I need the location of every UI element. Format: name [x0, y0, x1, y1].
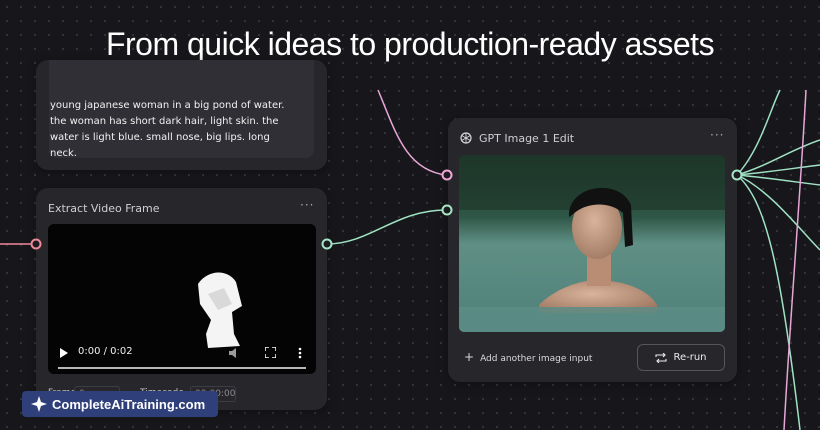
video-time: 0:00 / 0:02 — [78, 346, 133, 357]
wire-out-6 — [736, 174, 820, 251]
video-player[interactable]: 0:00 / 0:02 — [48, 224, 316, 374]
sparkle-logo-icon — [31, 396, 47, 412]
repeat-icon — [655, 352, 668, 363]
openai-icon — [460, 132, 472, 144]
plus-icon: + — [464, 350, 475, 364]
video-controls: 0:00 / 0:02 — [48, 334, 316, 374]
input-port-red[interactable] — [30, 238, 42, 250]
input-port-image[interactable] — [441, 204, 453, 216]
wire-out-5 — [736, 174, 801, 430]
output-port-frame[interactable] — [321, 238, 333, 250]
more-horizontal-icon[interactable]: ··· — [710, 128, 724, 142]
gpt-image-edit-node[interactable]: GPT Image 1 Edit ··· + Add another image… — [448, 118, 737, 382]
woman-in-pond-image — [459, 155, 725, 332]
generated-image — [459, 155, 725, 332]
fullscreen-icon[interactable] — [265, 347, 276, 358]
output-port-image[interactable] — [731, 169, 743, 181]
wire-frame-to-gpt — [326, 209, 447, 245]
add-input-label: Add another image input — [480, 354, 593, 364]
wire-pink-right — [783, 89, 807, 430]
watermark-text: CompleteAiTraining.com — [52, 396, 206, 412]
play-icon[interactable] — [60, 348, 68, 358]
rerun-label: Re-run — [673, 352, 707, 363]
wire-out-1 — [736, 89, 781, 176]
add-image-input-button[interactable]: + Add another image input — [464, 350, 592, 364]
wire-out-4 — [736, 174, 820, 186]
prompt-node[interactable]: young japanese woman in a big pond of wa… — [36, 60, 327, 170]
more-horizontal-icon[interactable]: ··· — [300, 198, 314, 212]
rerun-button[interactable]: Re-run — [637, 344, 725, 371]
node-title: GPT Image 1 Edit — [479, 132, 575, 145]
video-progress-bar[interactable] — [58, 367, 306, 369]
watermark-badge: CompleteAiTraining.com — [22, 391, 218, 417]
node-title: Extract Video Frame — [48, 202, 160, 215]
prompt-text: young japanese woman in a big pond of wa… — [50, 100, 285, 159]
volume-icon[interactable] — [228, 347, 240, 359]
extract-video-frame-node[interactable]: Extract Video Frame ··· 0:00 / 0:02 Fram… — [36, 188, 327, 410]
page-headline: From quick ideas to production-ready ass… — [105, 26, 715, 62]
more-vertical-icon[interactable] — [298, 347, 302, 359]
wire-prompt-to-gpt — [377, 89, 447, 176]
input-port-prompt[interactable] — [441, 169, 453, 181]
